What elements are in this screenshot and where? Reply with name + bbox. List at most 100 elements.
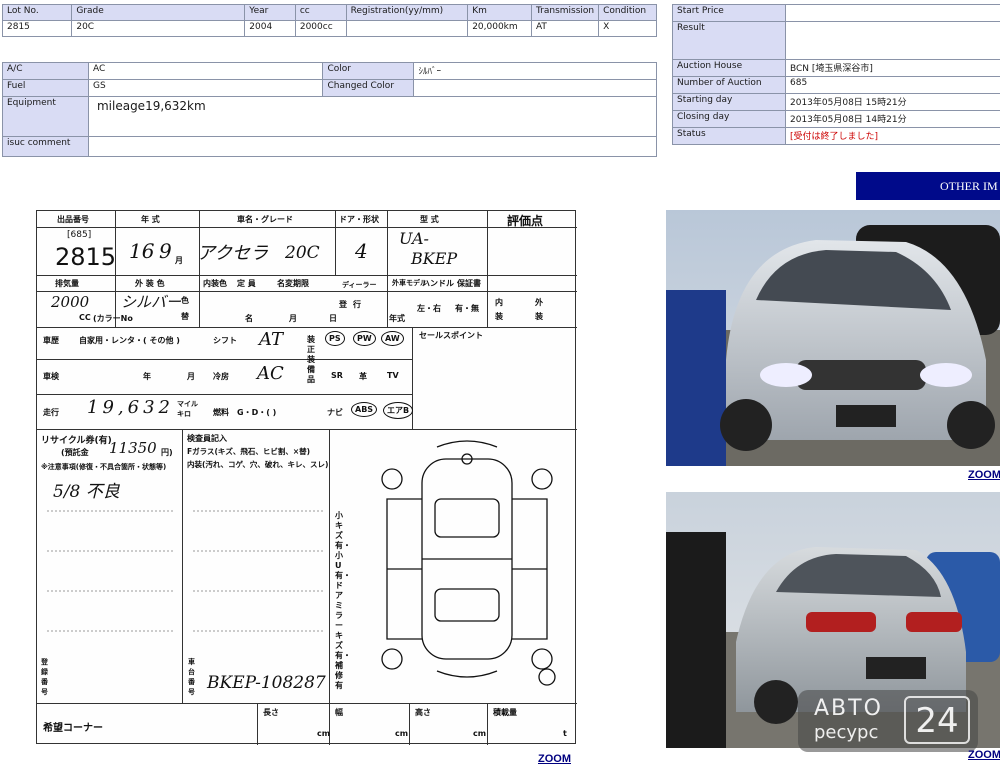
sheet-aircon-value: AC — [257, 363, 284, 384]
table-header-row: Lot No. Grade Year cc Registration(yy/mm… — [1, 4, 657, 21]
fuel-value: GS — [87, 79, 324, 97]
condition-value: X — [598, 20, 657, 37]
sheet-height-label: 高さ — [415, 708, 431, 717]
header-km: Km — [467, 4, 532, 21]
sheet-interior-header: 内装色 — [203, 279, 227, 288]
sheet-lot-small: [685] — [67, 230, 92, 240]
sheet-warranty-yn: 有・無 — [455, 304, 479, 313]
watermark-logo: АВТО ресурс 24 — [798, 690, 978, 752]
sheet-type-model: BKEP — [411, 249, 458, 268]
sheet-notes-header: ※注意事項(修復・不具合箇所・状態等) — [41, 463, 167, 471]
sheet-opt-tv: TV — [387, 371, 399, 380]
sheet-dealer-header: ディーラー — [342, 281, 377, 289]
sheet-warranty-header: 保証書 — [457, 279, 481, 288]
photo1-zoom-link[interactable]: ZOOM — [968, 469, 1000, 481]
sheet-shift-label: シフト — [213, 336, 237, 345]
sheet-model-value: アクセラ — [197, 243, 269, 264]
sheet-opt-aw: AW — [381, 331, 404, 346]
sheet-mei-label: 名 — [245, 314, 253, 323]
sheet-opt-navi: ナビ — [327, 408, 343, 417]
sheet-opt-sr: SR — [331, 371, 343, 380]
sheet-fuel-options: G・D・( ) — [237, 408, 277, 417]
sheet-gyo-label: 行 — [353, 300, 361, 309]
sheet-iro-label: 色 — [181, 296, 189, 305]
year-value: 2004 — [244, 20, 296, 37]
sheet-height-unit: cm — [473, 729, 487, 738]
sheet-damage-legend: 小キズ有・小U有・ドアミラーキズ有・補修有 — [335, 511, 351, 690]
sheet-reg-number-label: 登録番号 — [41, 658, 48, 696]
closing-day-label: Closing day — [672, 110, 786, 128]
isuc-comment-label: isuc comment — [2, 136, 89, 157]
sheet-inspection-header: 名変期限 — [277, 279, 309, 288]
auction-house-value: BCN [埼玉県深谷市] — [785, 59, 1000, 77]
sheet-opt-abs: ABS — [351, 402, 378, 417]
sheet-colorno-label: (カラーNo — [93, 314, 133, 323]
sheet-model-header: 車名・グレード — [237, 215, 293, 224]
sheet-deposit-unit: 円) — [161, 448, 173, 457]
car-diagram-icon — [381, 440, 556, 686]
header-cc: cc — [294, 4, 347, 21]
header-lot-no: Lot No. — [1, 4, 73, 21]
sheet-equipment-label: 装 正 装 備 品 — [307, 335, 315, 384]
sheet-width-label: 幅 — [335, 708, 343, 717]
sheet-notes-value: 5/8 不良 — [53, 482, 120, 502]
sheet-interior-sou: 装 — [495, 312, 503, 321]
photo2-zoom-link[interactable]: ZOOM — [968, 749, 1000, 761]
sheet-load-label: 積載量 — [493, 708, 517, 717]
sheet-inspector-line1: Fガラス(キズ、飛石、ヒビ割、×替) — [187, 447, 311, 456]
sheet-cc-header: 排気量 — [55, 279, 79, 288]
closing-day-value: 2013年05月08日 14時21分 — [785, 110, 1000, 128]
sheet-color-value: シルバー — [121, 293, 182, 311]
sheet-inspector-line2: 内装(汚れ、コゲ、穴、破れ、キレ、スレ) — [187, 460, 329, 469]
number-of-auction-value: 685 — [785, 76, 1000, 94]
isuc-comment-value — [87, 136, 658, 157]
sheet-exterior-sou: 装 — [535, 312, 543, 321]
car-photo-front-icon[interactable] — [666, 210, 1000, 466]
ac-label: A/C — [2, 62, 89, 80]
changed-color-label: Changed Color — [322, 79, 415, 97]
auction-info-table: Start Price Result Auction House BCN [埼玉… — [672, 4, 1000, 145]
status-label: Status — [672, 127, 786, 145]
sheet-frame-label: 車台番号 — [188, 658, 195, 696]
sheet-deposit-value: 11350 — [109, 439, 157, 457]
watermark-digits: 24 — [904, 696, 970, 744]
watermark-line1: АВТО — [814, 696, 883, 721]
changed-color-value — [413, 79, 657, 97]
sheet-cc-value: 2000 — [51, 293, 90, 311]
sheet-aircon-label: 冷房 — [213, 372, 229, 381]
sheet-type-header: 型 式 — [420, 215, 439, 224]
sheet-cc-label: CC — [79, 313, 91, 322]
grade-value: 20C — [71, 20, 246, 37]
sheet-tsuki-label: 月 — [289, 314, 297, 323]
sheet-type-prefix: UA- — [399, 229, 429, 248]
table-row: 2815 20C 2004 2000cc 20,000km AT X — [1, 20, 657, 37]
sheet-month-unit: 月 — [175, 256, 183, 265]
sheet-corner-label: 希望コーナー — [43, 723, 103, 734]
sheet-deposit-label: (預託金 — [61, 448, 89, 457]
color-value: ｼﾙﾊﾞｰ — [413, 62, 657, 80]
number-of-auction-label: Number of Auction — [672, 76, 786, 94]
sheet-year-value: 16 — [129, 239, 155, 263]
sheet-sales-point: セールスポイント — [419, 331, 483, 340]
sheet-opt-pw: PW — [353, 331, 376, 346]
sheet-grade-value: 20C — [285, 243, 320, 263]
sheet-zoom-link[interactable]: ZOOM — [538, 753, 571, 765]
sheet-year-header: 年 式 — [141, 215, 160, 224]
other-images-button[interactable]: OTHER IM — [856, 172, 1000, 200]
fuel-label: Fuel — [2, 79, 89, 97]
sheet-doors-header: ドア・形状 — [339, 215, 379, 224]
sheet-month-value: 9 — [159, 239, 172, 263]
sheet-load-unit: t — [563, 729, 567, 738]
auction-sheet-image[interactable]: 出品番号 年 式 車名・グレード ドア・形状 型 式 評価点 [685] 281… — [36, 210, 577, 745]
sheet-fuel-label: 燃料 — [213, 408, 229, 417]
sheet-lot-header: 出品番号 — [57, 215, 89, 224]
sheet-history-label: 車歴 — [43, 336, 59, 345]
sheet-mileage-label: 走行 — [43, 408, 59, 417]
sheet-mileage-value: 19,632 — [87, 397, 174, 418]
sheet-exterior-label: 外 — [535, 298, 543, 307]
result-label: Result — [672, 21, 786, 60]
sheet-mileage-unit: マイル キロ — [177, 400, 198, 418]
sheet-inspector-header: 検査員記入 — [187, 434, 227, 443]
vehicle-details-table: A/C AC Color ｼﾙﾊﾞｰ Fuel GS Changed Color… — [2, 62, 658, 157]
equipment-value: mileage19,632km — [87, 96, 658, 137]
